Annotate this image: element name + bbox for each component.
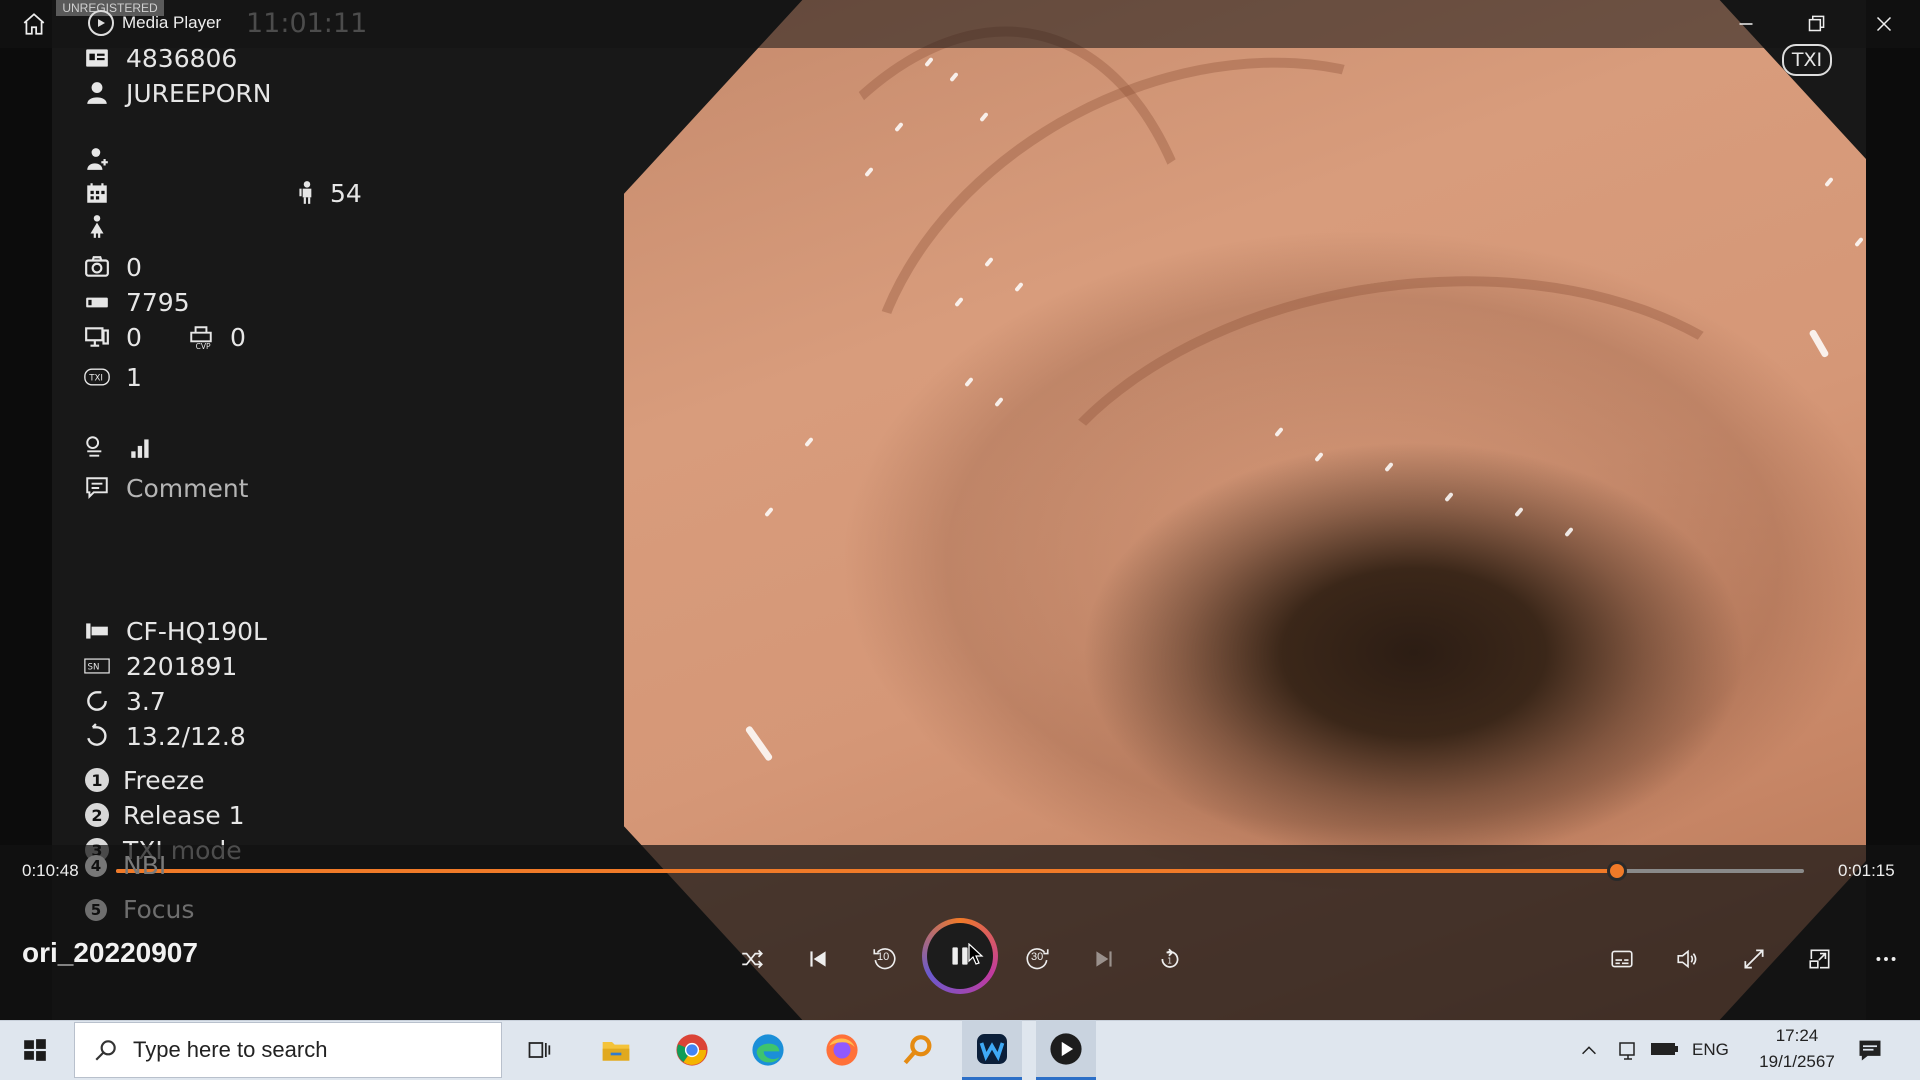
search-placeholder: Type here to search — [133, 1037, 328, 1062]
playback-controls: 5 Focus ori_20220907 10 30 1 — [0, 895, 1920, 1020]
button-label: NBI — [123, 851, 167, 880]
svg-text:TXI: TXI — [88, 373, 103, 383]
overlay-time: 11:01:11 — [246, 8, 368, 39]
seek-track[interactable] — [116, 861, 1804, 881]
search-tool-icon[interactable] — [888, 1020, 948, 1080]
search-box[interactable]: Type here to search — [74, 1022, 502, 1078]
webex-icon[interactable] — [962, 1020, 1022, 1080]
txi-level: 1 — [126, 362, 142, 392]
skip-back-seconds: 10 — [877, 951, 890, 963]
standing-person-icon — [292, 178, 322, 208]
calendar-icon — [82, 178, 112, 208]
task-view-icon[interactable] — [510, 1020, 570, 1080]
media-player-window: UNREGISTERED Media Player 11:01:11 TXI 4… — [0, 0, 1920, 1080]
button-number-badge: 4 — [85, 854, 107, 877]
clock-time[interactable]: 17:24 — [1768, 1026, 1826, 1046]
more-options-button[interactable] — [1862, 935, 1910, 983]
app-title: Media Player — [122, 13, 222, 32]
language-indicator[interactable]: ENG — [1692, 1040, 1729, 1060]
serial-number-icon: SN — [82, 651, 112, 681]
file-explorer-icon[interactable] — [586, 1020, 646, 1080]
skip-back-button[interactable]: 10 — [860, 935, 908, 983]
mouse-cursor-icon — [968, 942, 984, 972]
restore-button[interactable] — [1788, 0, 1844, 48]
capture-count: 0 — [126, 252, 142, 282]
file-name: ori_20220907 — [22, 937, 198, 968]
mini-player-button[interactable] — [1796, 935, 1844, 983]
gender-icon — [82, 212, 112, 242]
svg-text:SN: SN — [87, 662, 99, 672]
rotation-icon — [82, 686, 112, 716]
scope-model-icon — [82, 616, 112, 646]
chrome-icon[interactable] — [662, 1020, 722, 1080]
scope-model: CF-HQ190L — [126, 616, 267, 646]
comment-icon — [82, 473, 112, 503]
patient-age: 54 — [330, 178, 362, 208]
notification-icon[interactable] — [1856, 1036, 1884, 1069]
patient-id: 4836806 — [126, 43, 238, 73]
battery-counter-icon — [82, 287, 112, 317]
value-b: 13.2/12.8 — [126, 721, 246, 751]
serial-number: 2201891 — [126, 651, 238, 681]
signal-level-icon — [126, 432, 156, 462]
home-icon[interactable] — [18, 10, 50, 38]
cvp-printer-icon: CVP — [186, 322, 216, 352]
monitor-count: 0 — [126, 322, 142, 352]
show-hidden-icons-icon[interactable] — [1578, 1040, 1600, 1067]
firefox-icon[interactable] — [812, 1020, 872, 1080]
seek-thumb[interactable] — [1606, 861, 1627, 881]
meet-now-icon[interactable] — [1616, 1038, 1640, 1067]
elapsed-time: 0:10:48 — [22, 861, 79, 880]
cvp-count: 0 — [230, 322, 246, 352]
next-button[interactable] — [1080, 935, 1128, 983]
media-player-taskbar-icon[interactable] — [1036, 1020, 1096, 1080]
person-icon — [82, 78, 112, 108]
value-a: 3.7 — [126, 686, 166, 716]
skip-forward-button[interactable]: 30 — [1014, 935, 1062, 983]
close-button[interactable] — [1856, 0, 1912, 48]
txi-badge: TXI — [1782, 44, 1832, 76]
fullscreen-button[interactable] — [1730, 935, 1778, 983]
loop-icon — [82, 721, 112, 751]
monitor-icon — [82, 322, 112, 352]
captions-button[interactable] — [1598, 935, 1646, 983]
doctor-icon — [82, 144, 112, 174]
clock-date[interactable]: 19/1/2567 — [1742, 1052, 1852, 1072]
search-icon — [93, 1037, 119, 1063]
timeline-bar: 0:10:48 0:01:15 4 NBI — [0, 845, 1920, 895]
pause-button[interactable] — [922, 918, 998, 994]
button-number-badge: 2 — [85, 803, 109, 827]
start-button[interactable] — [5, 1020, 65, 1080]
camera-icon — [82, 252, 112, 282]
minimize-button[interactable] — [1718, 0, 1774, 48]
media-player-logo-icon — [88, 10, 114, 36]
repeat-one-button[interactable]: 1 — [1146, 935, 1194, 983]
battery-icon[interactable] — [1650, 1040, 1680, 1063]
air-pump-icon — [82, 432, 112, 462]
button-number-badge: 1 — [85, 768, 109, 792]
button-label: Focus — [123, 895, 195, 924]
button-list-item: 1 Freeze — [82, 763, 205, 797]
title-bar: UNREGISTERED Media Player 11:01:11 — [0, 0, 1920, 48]
id-card-icon — [82, 43, 112, 73]
volume-button[interactable] — [1664, 935, 1712, 983]
seek-progress — [116, 869, 1617, 873]
comment-label: Comment — [126, 473, 249, 503]
svg-text:CVP: CVP — [196, 342, 211, 350]
remaining-time: 0:01:15 — [1838, 861, 1895, 880]
button-label: Freeze — [123, 765, 205, 795]
previous-button[interactable] — [794, 935, 842, 983]
button-list-item: 2 Release 1 — [82, 798, 245, 832]
button-label: Release 1 — [123, 800, 245, 830]
skip-forward-seconds: 30 — [1031, 951, 1044, 963]
shuffle-button[interactable] — [728, 935, 776, 983]
button-list-item: 5 Focus — [85, 895, 194, 924]
button-list-item: 4 NBI — [85, 851, 166, 880]
txi-icon: TXI — [82, 362, 112, 392]
svg-text:1: 1 — [1167, 956, 1172, 965]
patient-name: JUREEPORN — [126, 78, 272, 108]
counter-value: 7795 — [126, 287, 190, 317]
button-number-badge: 5 — [85, 898, 107, 921]
edge-icon[interactable] — [738, 1020, 798, 1080]
